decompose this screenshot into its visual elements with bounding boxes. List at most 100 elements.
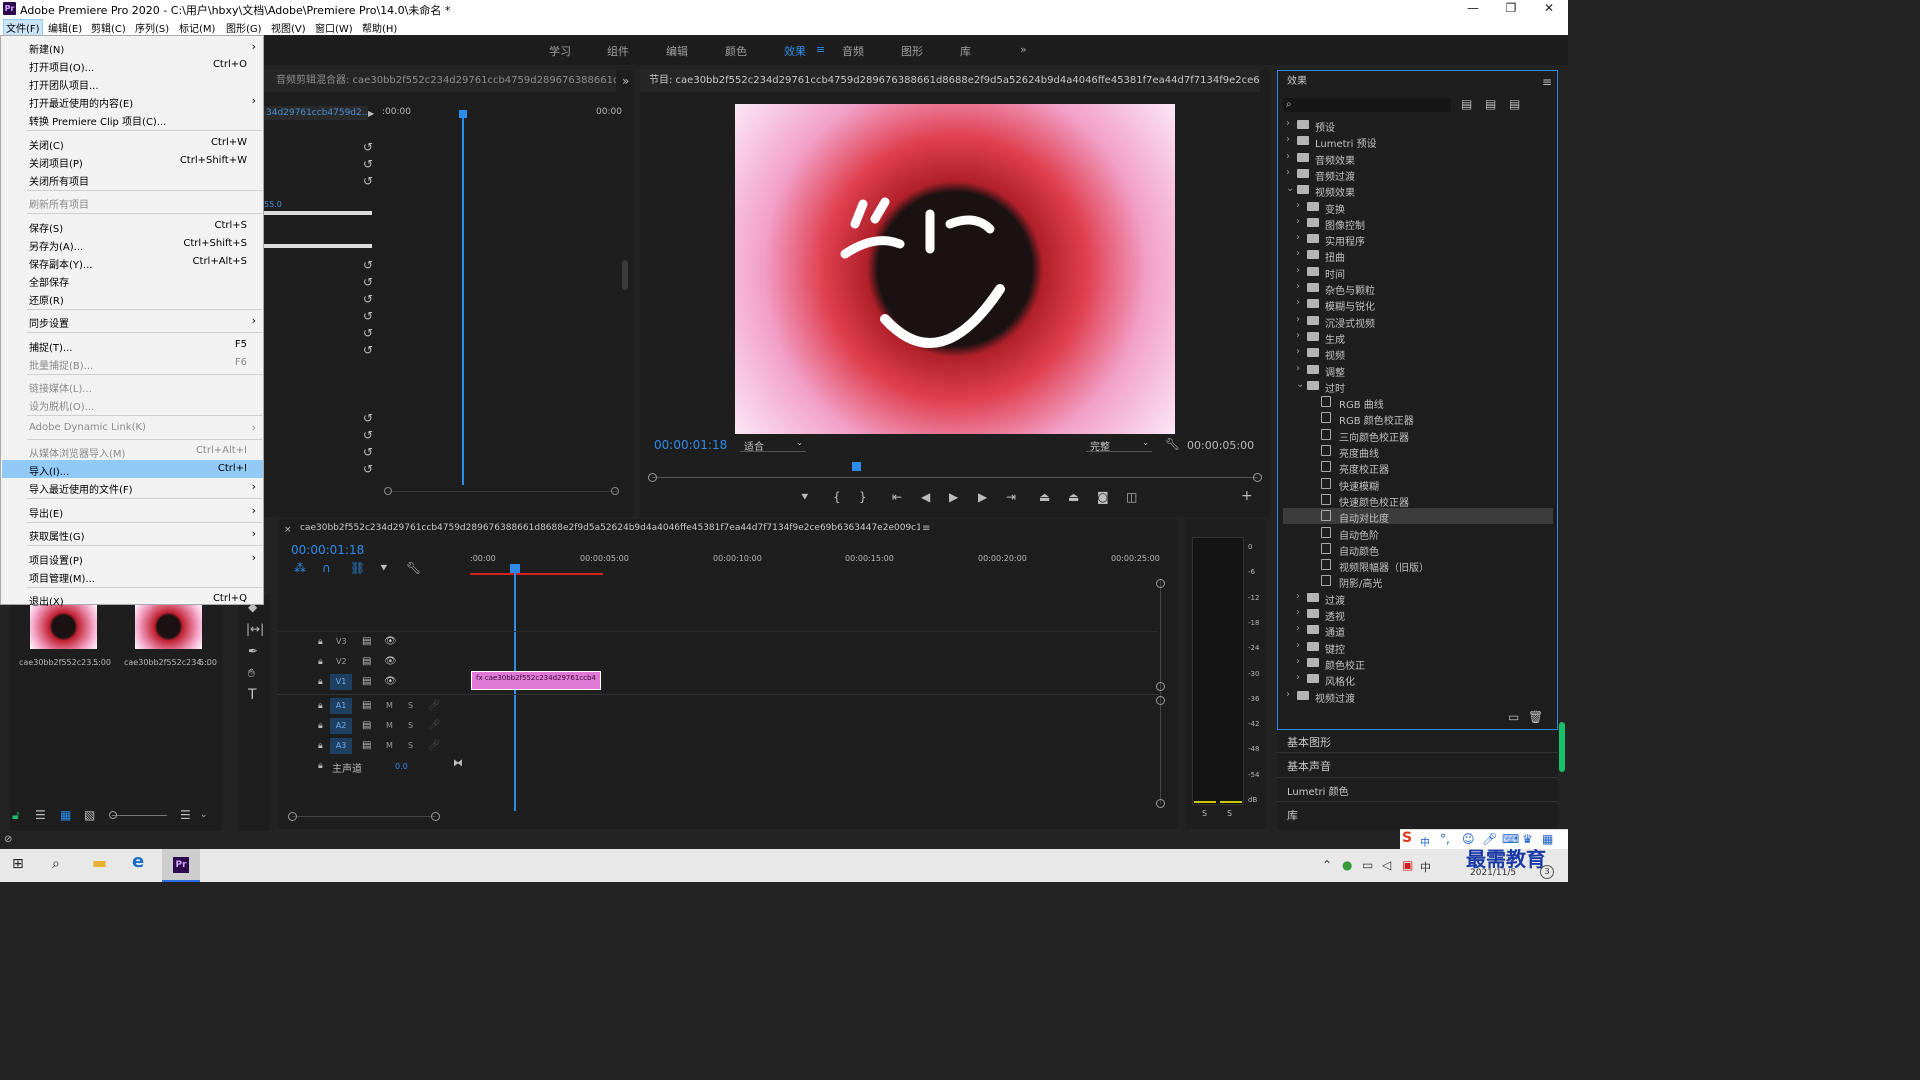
workspace-libraries[interactable]: 库 bbox=[960, 43, 971, 59]
effects-tree-item[interactable]: ⌄ 过时 bbox=[1283, 378, 1553, 395]
track-label-v1[interactable]: V1 bbox=[330, 674, 352, 690]
effects-search-input[interactable] bbox=[1283, 98, 1451, 112]
file-menu-item[interactable]: 导入(I)... Ctrl+I bbox=[2, 460, 263, 478]
reset-icon[interactable]: ↺ bbox=[363, 310, 373, 322]
lock-icon[interactable]: 🔓︎ bbox=[12, 809, 20, 821]
file-menu-item[interactable]: 捕捉(T)... F5 bbox=[2, 336, 263, 354]
project-thumbnail-1[interactable] bbox=[30, 604, 97, 649]
delete-icon[interactable]: 🗑︎ bbox=[1528, 711, 1543, 723]
32bit-effects-icon[interactable]: ▤ bbox=[1485, 98, 1496, 110]
effects-tree-item[interactable]: › 沉浸式视频 bbox=[1283, 313, 1553, 330]
timeline-sequence-tab[interactable]: cae30bb2f552c234d29761ccb4759d2896763886… bbox=[300, 523, 920, 533]
menu-file[interactable]: 文件(F) bbox=[3, 19, 43, 36]
edge-browser-icon[interactable]: e bbox=[132, 853, 144, 871]
ime-indicator[interactable]: 中 bbox=[1420, 859, 1431, 875]
wrench-icon[interactable]: 🔧︎ bbox=[406, 562, 421, 574]
track-label-v2[interactable]: V2 bbox=[336, 657, 347, 666]
effects-scrollbar[interactable] bbox=[1559, 722, 1565, 772]
video-preview-frame[interactable] bbox=[735, 104, 1175, 434]
workspace-learn[interactable]: 学习 bbox=[549, 43, 571, 59]
add-button-icon[interactable]: + bbox=[1241, 489, 1253, 503]
pen-tool-icon[interactable]: ✒ bbox=[248, 645, 258, 657]
file-menu-item[interactable]: 打开团队项目... bbox=[2, 74, 263, 92]
track-label-a3[interactable]: A3 bbox=[330, 738, 352, 754]
scrub-zoom-right-handle[interactable] bbox=[1253, 473, 1262, 482]
chevron-right-icon[interactable]: › bbox=[1296, 314, 1300, 325]
lift-icon[interactable]: ⏏ bbox=[1039, 491, 1050, 503]
chevron-right-icon[interactable]: › bbox=[1286, 689, 1290, 700]
skin-icon[interactable]: ♛ bbox=[1522, 833, 1533, 845]
reset-icon[interactable]: ↺ bbox=[363, 158, 373, 170]
file-menu-item[interactable]: 项目设置(P) › bbox=[2, 549, 263, 567]
track-label-a1[interactable]: A1 bbox=[330, 698, 352, 714]
workspace-audio[interactable]: 音频 bbox=[842, 43, 864, 59]
lock-icon[interactable]: 🔒︎ bbox=[318, 636, 323, 648]
nest-icon[interactable]: ⁂ bbox=[294, 562, 306, 574]
icon-view-icon[interactable]: ▦ bbox=[60, 809, 71, 821]
effects-tree-item[interactable]: › 模糊与锐化 bbox=[1283, 296, 1553, 313]
v-scroll-handle[interactable] bbox=[1156, 799, 1165, 808]
reset-icon[interactable]: ↺ bbox=[363, 259, 373, 271]
workspace-assembly[interactable]: 组件 bbox=[607, 43, 629, 59]
project-thumbnail-2[interactable] bbox=[135, 604, 202, 649]
file-menu-item[interactable]: 项目管理(M)... bbox=[2, 567, 263, 585]
snap-magnet-icon[interactable]: ∩ bbox=[322, 562, 331, 574]
effects-tree-item[interactable]: › 过渡 bbox=[1283, 590, 1553, 607]
sort-icon[interactable]: ☰ bbox=[180, 809, 191, 821]
mark-in-icon[interactable]: { bbox=[833, 491, 841, 503]
mute-button[interactable]: M bbox=[386, 741, 393, 750]
effects-tree-item[interactable]: 亮度曲线 bbox=[1283, 443, 1553, 460]
lock-icon[interactable]: 🔒︎ bbox=[318, 700, 323, 712]
chevron-right-icon[interactable]: › bbox=[1296, 591, 1300, 602]
step-forward-icon[interactable]: ▶︎ bbox=[978, 491, 987, 503]
effects-tree-item[interactable]: RGB 曲线 bbox=[1283, 394, 1553, 411]
effects-tree-item[interactable]: › 音频效果 bbox=[1283, 150, 1553, 167]
libraries-tab[interactable]: 库 bbox=[1287, 807, 1298, 823]
mark-out-icon[interactable]: } bbox=[859, 491, 867, 503]
list-view-icon[interactable]: ☰ bbox=[35, 809, 46, 821]
volume-icon[interactable]: ◁ bbox=[1382, 859, 1391, 871]
panel-menu-icon[interactable]: ≡ bbox=[1542, 76, 1552, 88]
v-scroll-handle[interactable] bbox=[1156, 696, 1165, 705]
tray-security-icon[interactable]: ▣ bbox=[1402, 859, 1413, 871]
effects-tree-item[interactable]: 自动颜色 bbox=[1283, 541, 1553, 558]
zoom-slider[interactable] bbox=[112, 815, 167, 816]
chevron-right-icon[interactable]: › bbox=[1296, 363, 1300, 374]
chevron-right-icon[interactable]: › bbox=[1296, 607, 1300, 618]
audio-mixer-title[interactable]: 音频剪辑混合器: cae30bb2f552c234d29761ccb4759d2… bbox=[264, 70, 616, 92]
mixer-scrollbar[interactable] bbox=[622, 260, 628, 290]
file-menu-item[interactable]: 退出(X) Ctrl+Q bbox=[2, 590, 263, 608]
reset-icon[interactable]: ↺ bbox=[363, 412, 373, 424]
menu-window[interactable]: 窗口(W) bbox=[315, 20, 353, 35]
chevron-right-icon[interactable]: › bbox=[1296, 297, 1300, 308]
eye-icon[interactable]: 👁︎ bbox=[384, 636, 397, 648]
effects-tree-item[interactable]: › 风格化 bbox=[1283, 671, 1553, 688]
panel-overflow-icon[interactable]: » bbox=[622, 75, 629, 87]
chevron-right-icon[interactable]: › bbox=[1296, 200, 1300, 211]
menu-edit[interactable]: 编辑(E) bbox=[48, 20, 82, 35]
effects-panel-title[interactable]: 效果 bbox=[1278, 71, 1557, 93]
solo-button[interactable]: S bbox=[408, 741, 413, 750]
solo-button[interactable]: S bbox=[408, 701, 413, 710]
workspace-edit[interactable]: 编辑 bbox=[666, 43, 688, 59]
essential-sound-tab[interactable]: 基本声音 bbox=[1287, 758, 1331, 774]
comparison-view-icon[interactable]: ◫ bbox=[1126, 491, 1137, 503]
timeline-h-scroll[interactable] bbox=[292, 816, 436, 817]
chevron-right-icon[interactable]: › bbox=[1296, 232, 1300, 243]
chevron-right-icon[interactable]: › bbox=[1296, 346, 1300, 357]
effects-tree-item[interactable]: › 预设 bbox=[1283, 117, 1553, 134]
file-menu-item[interactable]: 转换 Premiere Clip 项目(C)... bbox=[2, 110, 263, 128]
chevron-right-icon[interactable]: › bbox=[1296, 623, 1300, 634]
close-tab-icon[interactable]: × bbox=[284, 524, 292, 536]
chevron-right-icon[interactable]: › bbox=[1286, 167, 1290, 178]
network-icon[interactable]: ▭ bbox=[1362, 859, 1373, 871]
fit-dropdown[interactable]: 适合 ⌄ bbox=[740, 436, 806, 453]
eye-icon[interactable]: 👁︎ bbox=[384, 676, 397, 688]
solo-button[interactable]: S bbox=[408, 721, 413, 730]
reset-icon[interactable]: ↺ bbox=[363, 463, 373, 475]
effects-tree-item[interactable]: › 生成 bbox=[1283, 329, 1553, 346]
work-area-bar[interactable] bbox=[470, 573, 603, 575]
effects-tree-item[interactable]: › 颜色校正 bbox=[1283, 655, 1553, 672]
effects-tree-item[interactable]: › 变换 bbox=[1283, 199, 1553, 216]
panel-menu-icon[interactable]: ≡ bbox=[922, 523, 930, 535]
